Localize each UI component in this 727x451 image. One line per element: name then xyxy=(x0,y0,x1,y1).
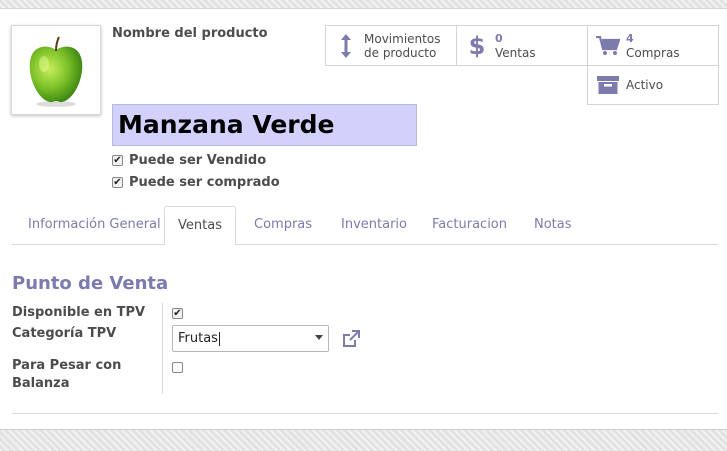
can-be-purchased-label: Puede ser comprado xyxy=(129,175,280,190)
tab-notes[interactable]: Notas xyxy=(519,206,587,244)
tab-inventory[interactable]: Inventario xyxy=(326,206,422,244)
shopping-cart-icon xyxy=(596,35,620,56)
pos-category-value: Frutas xyxy=(178,331,218,346)
to-weight-checkbox[interactable]: ✔ xyxy=(172,362,183,373)
tab-purchases[interactable]: Compras xyxy=(239,206,327,244)
product-image[interactable] xyxy=(11,25,101,115)
pos-category-label: Categoría TPV xyxy=(12,326,117,341)
form-bottom-divider xyxy=(12,413,718,414)
product-moves-line2: de producto xyxy=(364,45,437,60)
can-be-sold-checkbox[interactable]: ✔ xyxy=(112,155,123,166)
purchases-count: 4 xyxy=(626,32,634,45)
can-be-sold-label: Puede ser Vendido xyxy=(129,153,267,168)
to-weight-label-line2: Balanza xyxy=(12,376,70,391)
product-form-sheet: Nombre del producto Manzana Verde ✔ Pued… xyxy=(0,8,727,430)
to-weight-label-line1: Para Pesar con xyxy=(12,358,122,373)
active-toggle-button[interactable]: Activo xyxy=(587,65,719,105)
tab-sales[interactable]: Ventas xyxy=(164,206,236,245)
notebook-tabs: Información General Ventas Compras Inven… xyxy=(12,206,718,245)
pos-section-title: Punto de Venta xyxy=(12,273,169,294)
external-link-icon[interactable] xyxy=(341,329,361,349)
active-label: Activo xyxy=(626,78,664,92)
available-in-pos-checkbox[interactable]: ✔ xyxy=(172,308,183,319)
dollar-icon: $ xyxy=(468,31,486,60)
product-moves-line1: Movimientos xyxy=(364,31,441,46)
sales-count: 0 xyxy=(495,32,503,45)
sales-button[interactable]: $ 0 Ventas xyxy=(456,25,588,66)
can-be-purchased-checkbox[interactable]: ✔ xyxy=(112,177,123,188)
pos-category-select[interactable]: Frutas xyxy=(172,325,329,352)
tab-general-info[interactable]: Información General xyxy=(13,206,176,244)
green-apple-image xyxy=(29,36,83,107)
can-be-purchased-row: ✔ Puede ser comprado xyxy=(112,174,280,191)
sales-label: Ventas xyxy=(495,46,536,60)
product-name-label: Nombre del producto xyxy=(112,26,268,41)
arrows-vertical-icon xyxy=(334,33,358,59)
tab-invoicing[interactable]: Facturacion xyxy=(417,206,522,244)
label-divider xyxy=(162,303,163,394)
purchases-label: Compras xyxy=(626,46,680,60)
product-moves-button[interactable]: Movimientos de producto xyxy=(325,25,457,66)
archive-box-icon xyxy=(596,75,620,95)
purchases-button[interactable]: 4 Compras xyxy=(587,25,719,66)
to-weight-label: Para Pesar con Balanza xyxy=(12,357,121,393)
available-in-pos-label: Disponible en TPV xyxy=(12,305,146,320)
chevron-down-icon[interactable] xyxy=(315,335,323,340)
product-name-input[interactable]: Manzana Verde xyxy=(112,104,417,146)
can-be-sold-row: ✔ Puede ser Vendido xyxy=(112,152,266,169)
text-cursor xyxy=(218,331,220,346)
